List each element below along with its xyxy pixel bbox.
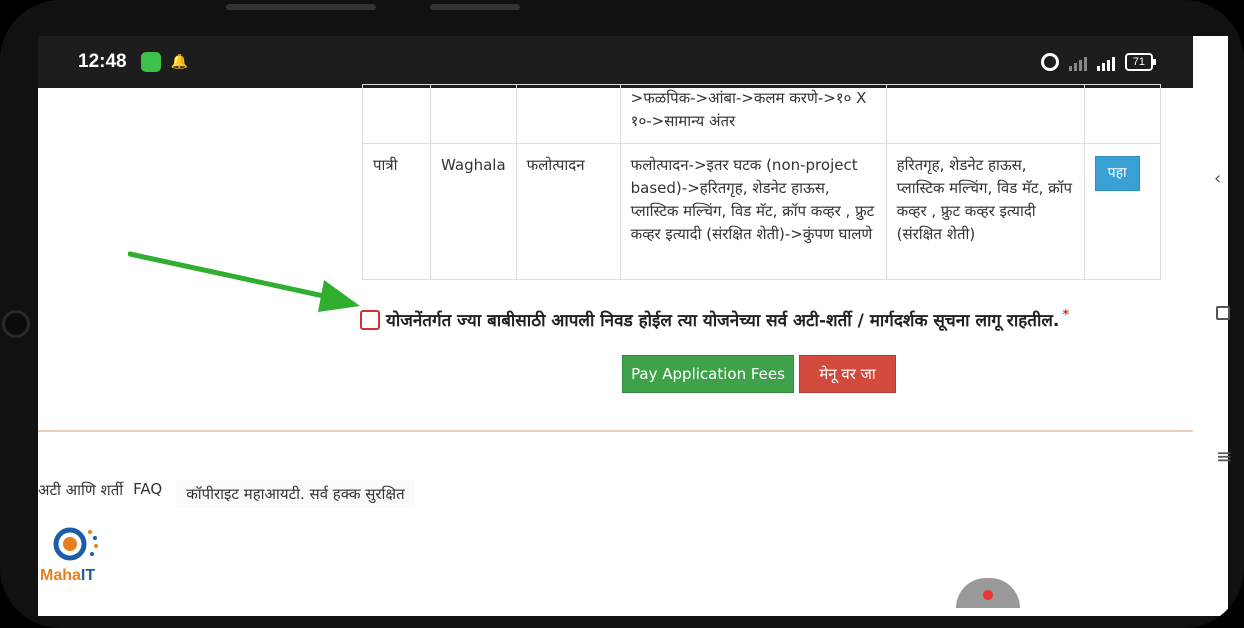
battery-icon: 71	[1124, 53, 1157, 71]
view-button[interactable]: पहा	[1094, 156, 1140, 191]
green-arrow-annotation	[128, 251, 360, 312]
logo-part-2: IT	[80, 567, 96, 584]
table-cell	[1083, 84, 1161, 144]
agreement-row: योजनेंतर्गत ज्या बाबीसाठी आपली निवड होईल…	[360, 308, 1069, 331]
phone-frame: 12:48 🔔 71 >फळपिक->आंबा->कलम करणे->१० X …	[0, 0, 1244, 628]
footer-links: अटी आणि शर्ती FAQ कॉपीराइट महाआयटी. सर्व…	[38, 480, 415, 508]
table-cell: >फळपिक->आंबा->कलम करणे->१० X १०->सामान्य…	[619, 84, 887, 144]
table-cell	[515, 84, 621, 144]
agreement-checkbox[interactable]	[360, 309, 380, 330]
terms-link[interactable]: अटी आणि शर्ती	[38, 480, 123, 508]
table-cell: फलोत्पादन	[515, 143, 621, 280]
table-cell: पात्री	[362, 143, 431, 280]
pay-application-fees-button[interactable]: Pay Application Fees	[622, 355, 794, 393]
footer-divider	[38, 430, 1193, 432]
menu-lines-icon[interactable]: ≡	[1216, 444, 1233, 468]
table-cell: Waghala	[430, 143, 517, 280]
agreement-label: योजनेंतर्गत ज्या बाबीसाठी आपली निवड होईल…	[386, 311, 1060, 331]
table-cell	[885, 84, 1085, 144]
phone-top-button-2	[430, 4, 520, 10]
logo-part-1: Maha	[40, 567, 81, 584]
table-row: >फळपिक->आंबा->कलम करणे->१० X १०->सामान्य…	[362, 84, 1161, 144]
status-icons: 71	[1040, 53, 1157, 71]
app-notification-icon	[140, 52, 161, 72]
bell-icon: 🔔	[170, 54, 189, 70]
table-cell	[430, 84, 517, 144]
signal-icon-2	[1096, 53, 1115, 71]
status-time: 12:48	[78, 51, 127, 72]
square-icon[interactable]	[1216, 306, 1230, 320]
status-bar: 12:48 🔔 71	[38, 36, 1193, 88]
phone-top-button	[226, 4, 376, 10]
selection-table: >फळपिक->आंबा->कलम करणे->१० X १०->सामान्य…	[362, 84, 1161, 280]
back-chevron-icon[interactable]: ‹	[1214, 168, 1221, 189]
go-to-menu-button[interactable]: मेनू वर जा	[799, 355, 896, 393]
signal-icon-1	[1068, 53, 1087, 71]
table-row: पात्री Waghala फलोत्पादन फलोत्पादन->इतर …	[362, 143, 1161, 280]
front-camera	[2, 310, 30, 338]
screen: 12:48 🔔 71 >फळपिक->आंबा->कलम करणे->१० X …	[38, 36, 1228, 616]
table-cell	[362, 84, 431, 144]
table-cell: हरितगृह, शेडनेट हाऊस, प्लास्टिक मल्चिंग,…	[885, 143, 1085, 280]
table-cell: पहा	[1083, 143, 1161, 280]
mahait-logo-text: MahaIT	[40, 567, 95, 585]
copyright-text: कॉपीराइट महाआयटी. सर्व हक्क सुरक्षित	[176, 480, 415, 508]
faq-link[interactable]: FAQ	[133, 480, 162, 508]
table-cell: फलोत्पादन->इतर घटक (non-project based)->…	[619, 143, 887, 280]
alarm-icon	[1040, 53, 1059, 71]
required-mark: *	[1062, 308, 1070, 324]
agreement-text: योजनेंतर्गत ज्या बाबीसाठी आपली निवड होईल…	[386, 308, 1069, 331]
